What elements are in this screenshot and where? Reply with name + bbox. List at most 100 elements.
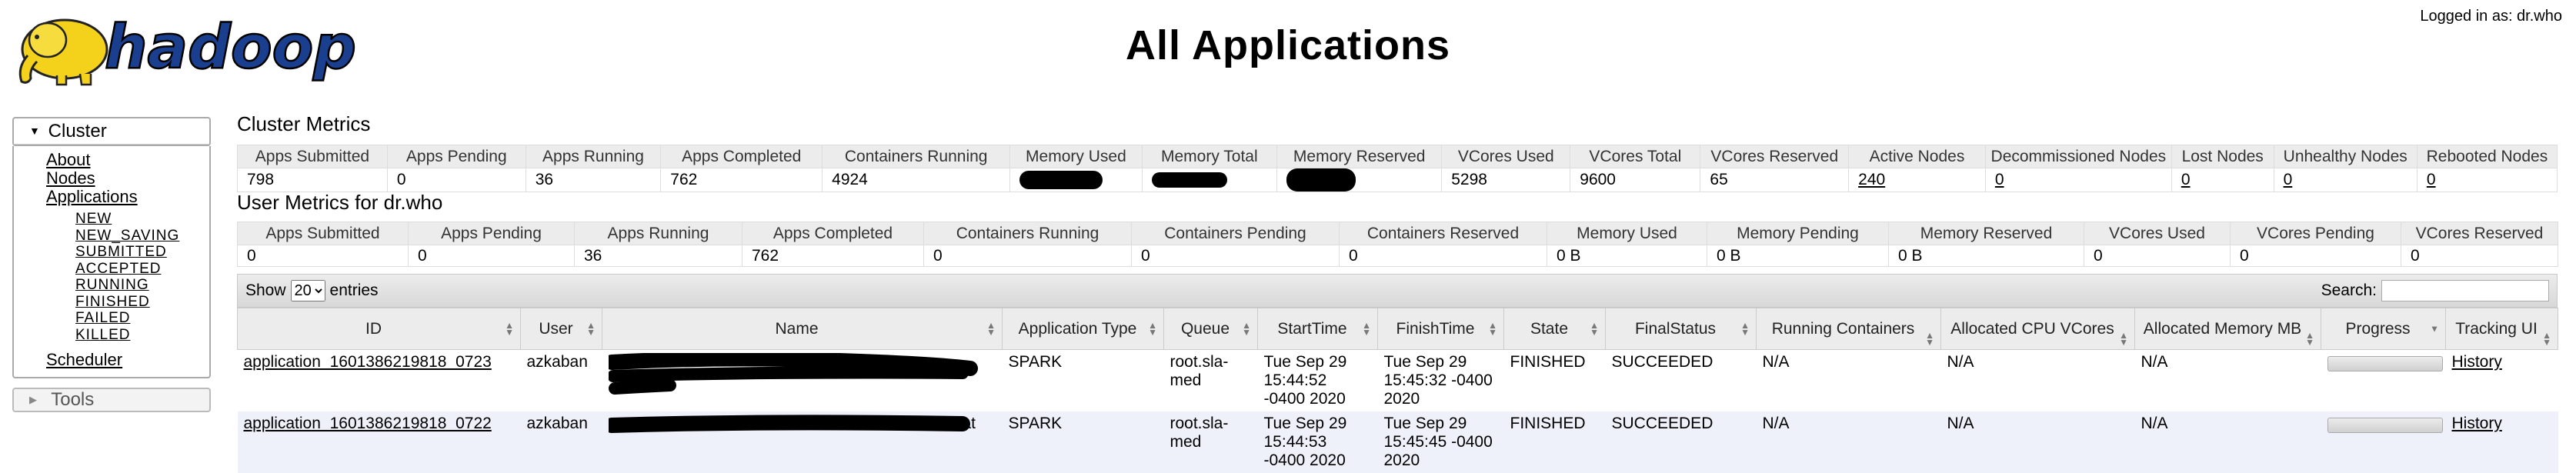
search-label: Search: — [2321, 281, 2377, 299]
progress-bar — [2327, 356, 2443, 371]
nav-link-submitted[interactable]: SUBMITTED — [75, 244, 209, 261]
metric-header: Memory Reserved — [1276, 145, 1443, 168]
progress-cell — [2321, 349, 2446, 411]
app-id-link[interactable]: application_1601386219818_0723 — [244, 353, 492, 371]
rebooted-nodes-link[interactable]: 0 — [2427, 171, 2436, 188]
left-nav: ▼ Cluster About Nodes Applications NEW N… — [12, 117, 211, 412]
nav-link-running[interactable]: RUNNING — [75, 277, 209, 294]
metric-cell: 0 — [2273, 168, 2418, 192]
column-header-allocated-cpu[interactable]: Allocated CPU VCores ▲ ▼ — [1940, 308, 2135, 350]
column-label: FinalStatus — [1634, 319, 1717, 338]
type-cell: SPARK — [1002, 411, 1164, 473]
app-id-link[interactable]: application_1601386219818_0722 — [244, 415, 492, 432]
table-row: application_1601386219818_0722 azkaban a… — [237, 411, 2558, 473]
nav-link-failed[interactable]: FAILED — [75, 310, 209, 327]
metric-cell: 0 — [1984, 168, 2172, 192]
entries-select[interactable]: 20 — [290, 280, 325, 301]
tracking-cell: History — [2445, 411, 2558, 473]
start-time-cell: Tue Sep 29 15:44:52 -0400 2020 — [1257, 349, 1378, 411]
final-status-cell: SUCCEEDED — [1605, 349, 1757, 411]
tracking-cell: History — [2445, 349, 2558, 411]
finish-time-cell: Tue Sep 29 15:45:45 -0400 2020 — [1377, 411, 1504, 473]
decommissioned-nodes-link[interactable]: 0 — [1995, 171, 2004, 188]
column-label: Allocated Memory MB — [2143, 319, 2302, 338]
cluster-label: Cluster — [48, 121, 107, 142]
column-header-id[interactable]: ID ▲ ▼ — [237, 308, 521, 350]
metric-value: 36 — [525, 168, 662, 192]
metric-value: 798 — [237, 168, 388, 192]
app-id-cell: application_1601386219818_0722 — [237, 411, 521, 473]
nav-link-new[interactable]: NEW — [75, 211, 209, 228]
name-visible-suffix: at — [962, 415, 976, 432]
column-header-user[interactable]: User ▲ ▼ — [520, 308, 602, 350]
metric-header: Memory Used — [1009, 145, 1143, 168]
sort-both-icon: ▲ ▼ — [2305, 330, 2314, 348]
column-header-finish-time[interactable]: FinishTime ▲ ▼ — [1377, 308, 1504, 350]
column-header-running-containers[interactable]: Running Containers ▲ ▼ — [1756, 308, 1941, 350]
nav-link-about[interactable]: About — [46, 151, 209, 169]
column-header-final-status[interactable]: FinalStatus ▲ ▼ — [1605, 308, 1757, 350]
column-label: StartTime — [1277, 319, 1347, 338]
column-label: Running Containers — [1771, 319, 1915, 338]
column-header-allocated-memory[interactable]: Allocated Memory MB ▲ ▼ — [2134, 308, 2321, 350]
metric-value: 65 — [1700, 168, 1850, 192]
cpu-cell: N/A — [1940, 349, 2135, 411]
column-header-progress[interactable]: Progress ▼ — [2321, 308, 2446, 350]
finish-time-cell: Tue Sep 29 15:45:32 -0400 2020 — [1377, 349, 1504, 411]
metric-value: 0 B — [1888, 245, 2084, 267]
metric-header: Apps Pending — [408, 222, 575, 245]
user-metrics-title: User Metrics for dr.who — [237, 191, 443, 214]
start-time-cell: Tue Sep 29 15:44:53 -0400 2020 — [1257, 411, 1378, 473]
nav-link-accepted[interactable]: ACCEPTED — [75, 261, 209, 278]
applications-panel: Show 20 entries Search: ID ▲ ▼ User ▲ ▼ Name… — [237, 274, 2558, 473]
column-header-name[interactable]: Name ▲ ▼ — [602, 308, 1003, 350]
column-header-queue[interactable]: Queue ▲ ▼ — [1163, 308, 1258, 350]
cpu-cell: N/A — [1940, 411, 2135, 473]
column-label: User — [539, 319, 573, 338]
nav-link-applications[interactable]: Applications — [46, 188, 209, 206]
active-nodes-link[interactable]: 240 — [1858, 171, 1885, 188]
user-cell: azkaban — [520, 411, 602, 473]
cluster-toggle[interactable]: ▼ Cluster — [14, 118, 209, 145]
metric-header: Rebooted Nodes — [2416, 145, 2558, 168]
applications-table: ID ▲ ▼ User ▲ ▼ Name ▲ ▼ Application Type ▲ ▼ Qu… — [237, 308, 2558, 473]
nav-link-killed[interactable]: KILLED — [75, 327, 209, 344]
page-title: All Applications — [1125, 22, 1451, 68]
metric-header: Containers Reserved — [1339, 222, 1547, 245]
metric-value: 762 — [660, 168, 823, 192]
metric-value: 0 — [2230, 245, 2401, 267]
sort-both-icon: ▲ ▼ — [1148, 319, 1157, 338]
unhealthy-nodes-link[interactable]: 0 — [2284, 171, 2293, 188]
metric-value: 4924 — [822, 168, 1011, 192]
column-label: Allocated CPU VCores — [1950, 319, 2114, 338]
lost-nodes-link[interactable]: 0 — [2181, 171, 2191, 188]
column-header-start-time[interactable]: StartTime ▲ ▼ — [1257, 308, 1378, 350]
column-label: State — [1530, 319, 1569, 338]
history-link[interactable]: History — [2452, 415, 2502, 432]
tools-label: Tools — [51, 389, 95, 410]
column-header-application-type[interactable]: Application Type ▲ ▼ — [1002, 308, 1164, 350]
metric-value: 0 — [1339, 245, 1547, 267]
column-label: Tracking UI — [2455, 319, 2538, 338]
metric-header: Containers Running — [822, 145, 1011, 168]
nav-link-finished[interactable]: FINISHED — [75, 294, 209, 311]
column-label: Name — [775, 319, 819, 338]
column-header-tracking-ui[interactable]: Tracking UI ▲ ▼ — [2445, 308, 2558, 350]
nav-link-nodes[interactable]: Nodes — [46, 169, 209, 188]
triangle-right-icon: ▶ — [29, 394, 37, 405]
column-header-state[interactable]: State ▲ ▼ — [1503, 308, 1606, 350]
history-link[interactable]: History — [2452, 353, 2502, 371]
metric-value: 0 — [386, 168, 526, 192]
running-containers-cell: N/A — [1756, 411, 1941, 473]
nav-link-scheduler[interactable]: Scheduler — [46, 351, 209, 369]
sort-both-icon: ▲ ▼ — [1740, 319, 1750, 338]
tools-toggle[interactable]: ▶ Tools — [12, 388, 211, 412]
metric-header: VCores Total — [1570, 145, 1701, 168]
metric-value: 0 — [408, 245, 575, 267]
metric-cell: 240 — [1848, 168, 1986, 192]
cluster-metrics-value-row: 798 0 36 762 4924 5298 9600 65 240 0 0 0… — [237, 168, 2558, 192]
redacted-name — [608, 415, 970, 433]
metric-header: VCores Reserved — [1700, 145, 1850, 168]
search-input[interactable] — [2381, 280, 2549, 301]
nav-link-new-saving[interactable]: NEW_SAVING — [75, 228, 209, 245]
